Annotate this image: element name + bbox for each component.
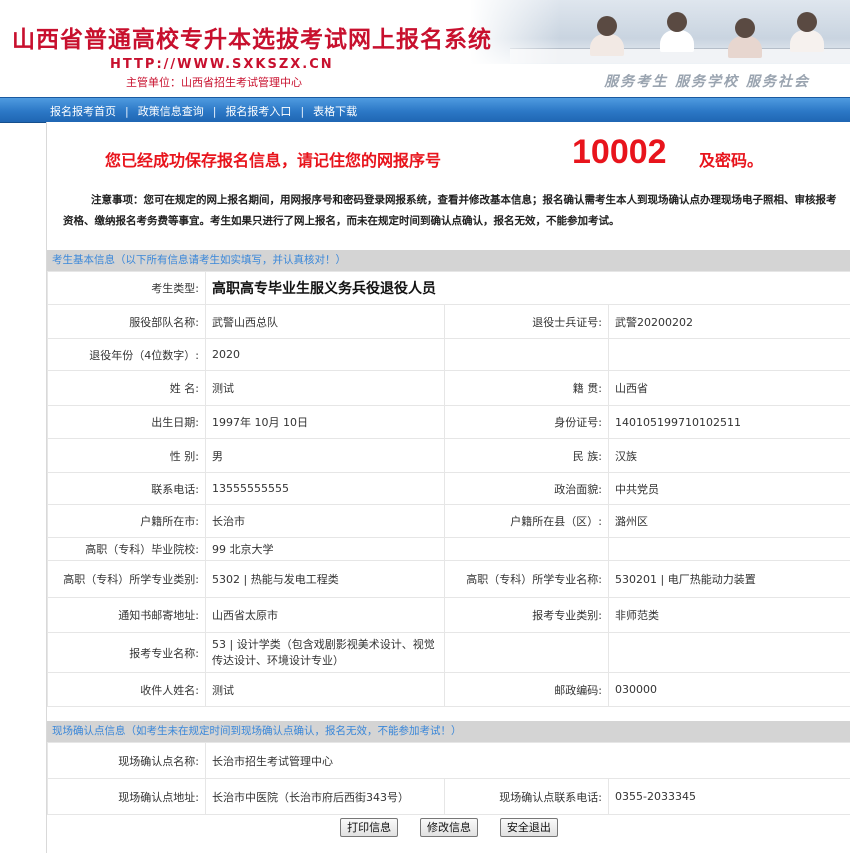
site-slogan: 服务考生 服务学校 服务社会 <box>604 74 810 90</box>
field-value: 武警山西总队 <box>205 304 445 339</box>
basic-info-table: 考生类型: 高职高专毕业生服义务兵役退役人员 服役部队名称: 武警山西总队 退役… <box>47 271 850 707</box>
field-value: 99 北京大学 <box>205 537 445 561</box>
table-row: 服役部队名称: 武警山西总队 退役士兵证号: 武警20200202 <box>47 304 850 339</box>
field-label: 出生日期: <box>47 405 206 439</box>
field-value: 030000 <box>608 672 850 707</box>
field-value <box>608 632 850 673</box>
field-label <box>444 537 609 561</box>
site-organization: 主管单位：山西省招生考试管理中心 <box>126 76 302 89</box>
site-url: HTTP://WWW.SXKSZX.CN <box>110 57 334 72</box>
field-label: 高职（专科）所学专业名称: <box>444 560 609 598</box>
edit-button[interactable]: 修改信息 <box>420 818 478 837</box>
field-value: 山西省太原市 <box>205 597 445 633</box>
field-value: 潞州区 <box>608 504 850 538</box>
table-row: 通知书邮寄地址: 山西省太原市 报考专业类别: 非师范类 <box>47 597 850 633</box>
field-label: 现场确认点名称: <box>47 742 206 779</box>
field-label: 姓 名: <box>47 370 206 406</box>
field-value: 男 <box>205 438 445 473</box>
field-value: 长治市招生考试管理中心 <box>204 742 850 779</box>
field-value: 中共党员 <box>608 472 850 505</box>
field-value: 汉族 <box>608 438 850 473</box>
confirm-point-header: 现场确认点信息（如考生未在规定时间到现场确认点确认，报名无效，不能参加考试！） <box>47 721 850 742</box>
field-label: 报考专业类别: <box>444 597 609 633</box>
basic-info-header: 考生基本信息（以下所有信息请考生如实填写，并认真核对！） <box>47 250 850 271</box>
table-row: 户籍所在市: 长治市 户籍所在县（区）: 潞州区 <box>47 504 850 538</box>
field-label: 政治面貌: <box>444 472 609 505</box>
nav-separator: | <box>125 105 129 118</box>
table-row: 报考专业名称: 53 | 设计学类（包含戏剧影视美术设计、视觉传达设计、环境设计… <box>47 632 850 673</box>
notice-text: 注意事项：您可在规定的网上报名期间，用网报序号和密码登录网报系统，查看并修改基本… <box>63 194 837 227</box>
logout-button[interactable]: 安全退出 <box>499 818 558 837</box>
field-label: 报考专业名称: <box>47 632 206 673</box>
field-label: 籍 贯: <box>444 370 609 406</box>
field-value <box>608 338 850 371</box>
field-value: 测试 <box>205 370 445 406</box>
field-label: 服役部队名称: <box>47 304 206 339</box>
site-title: 山西省普通高校专升本选拔考试网上报名系统 <box>12 27 492 53</box>
nav-downloads[interactable]: 表格下载 <box>313 105 357 118</box>
field-label: 性 别: <box>47 438 206 473</box>
field-label: 身份证号: <box>444 405 609 439</box>
field-value: 5302 | 热能与发电工程类 <box>205 560 445 598</box>
field-value: 140105199710102511 <box>608 405 850 439</box>
field-label: 退役年份（4位数字）: <box>47 338 206 371</box>
table-row: 联系电话: 13555555555 政治面貌: 中共党员 <box>47 472 850 505</box>
field-value: 武警20200202 <box>608 304 850 339</box>
table-row: 出生日期: 1997年 10月 10日 身份证号: 14010519971010… <box>47 405 850 439</box>
field-value: 13555555555 <box>205 472 445 505</box>
nav-registration[interactable]: 报名报考入口 <box>225 105 291 118</box>
table-row: 现场确认点地址: 长治市中医院（长治市府后西街343号） 现场确认点联系电话: … <box>47 778 850 815</box>
password-reminder: 及密码。 <box>699 151 764 170</box>
print-button[interactable]: 打印信息 <box>340 818 399 837</box>
table-row: 退役年份（4位数字）: 2020 <box>47 338 850 371</box>
table-row: 高职（专科）毕业院校: 99 北京大学 <box>47 537 850 561</box>
success-message: 您已经成功保存报名信息，请记住您的网报序号 <box>105 151 442 170</box>
site-header: 山西省普通高校专升本选拔考试网上报名系统 HTTP://WWW.SXKSZX.C… <box>0 0 850 97</box>
main-content: 您已经成功保存报名信息，请记住您的网报序号 10002 及密码。 注意事项：您可… <box>46 122 850 853</box>
table-row: 性 别: 男 民 族: 汉族 <box>47 438 850 473</box>
field-label: 户籍所在市: <box>47 504 206 538</box>
table-row: 姓 名: 测试 籍 贯: 山西省 <box>47 370 850 406</box>
field-label <box>444 338 609 371</box>
field-value: 非师范类 <box>608 597 850 633</box>
field-value: 长治市 <box>205 504 445 538</box>
field-label <box>444 632 609 673</box>
table-row: 考生类型: 高职高专毕业生服义务兵役退役人员 <box>47 271 850 305</box>
field-value: 山西省 <box>608 370 850 406</box>
field-label: 考生类型: <box>47 271 206 305</box>
header-banner-photo <box>470 0 850 64</box>
confirm-point-table: 现场确认点名称: 长治市招生考试管理中心 现场确认点地址: 长治市中医院（长治市… <box>47 742 850 815</box>
field-value: 长治市中医院（长治市府后西街343号） <box>205 778 445 815</box>
field-value <box>608 537 850 561</box>
field-label: 退役士兵证号: <box>444 304 609 339</box>
table-row: 现场确认点名称: 长治市招生考试管理中心 <box>47 742 850 779</box>
field-label: 高职（专科）毕业院校: <box>47 537 206 561</box>
field-value: 1997年 10月 10日 <box>205 405 445 439</box>
field-label: 现场确认点地址: <box>47 778 206 815</box>
field-label: 高职（专科）所学专业类别: <box>47 560 206 598</box>
field-label: 邮政编码: <box>444 672 609 707</box>
nav-separator: | <box>300 105 305 118</box>
field-value: 530201 | 电厂热能动力装置 <box>608 560 850 598</box>
action-buttons: 打印信息 修改信息 安全退出 <box>47 818 850 846</box>
field-label: 现场确认点联系电话: <box>444 778 609 815</box>
nav-separator: | <box>212 105 217 118</box>
field-value: 53 | 设计学类（包含戏剧影视美术设计、视觉传达设计、环境设计专业） <box>205 632 445 673</box>
field-label: 民 族: <box>444 438 609 473</box>
field-label: 通知书邮寄地址: <box>47 597 206 633</box>
field-value: 测试 <box>205 672 445 707</box>
field-label: 户籍所在县（区）: <box>444 504 609 538</box>
field-label: 收件人姓名: <box>47 672 206 707</box>
nav-home[interactable]: 报名报考首页 <box>50 105 116 118</box>
field-value: 2020 <box>205 338 445 371</box>
nav-policy[interactable]: 政策信息查询 <box>138 105 204 118</box>
field-label: 联系电话: <box>47 472 206 505</box>
table-row: 收件人姓名: 测试 邮政编码: 030000 <box>47 672 850 707</box>
table-row: 高职（专科）所学专业类别: 5302 | 热能与发电工程类 高职（专科）所学专业… <box>47 560 850 598</box>
field-value: 0355-2033345 <box>607 778 850 815</box>
main-nav: 报名报考首页 | 政策信息查询 | 报名报考入口 | 表格下载 <box>0 97 850 123</box>
candidate-type-value: 高职高专毕业生服义务兵役退役人员 <box>212 281 436 297</box>
registration-number: 10002 <box>572 133 667 171</box>
